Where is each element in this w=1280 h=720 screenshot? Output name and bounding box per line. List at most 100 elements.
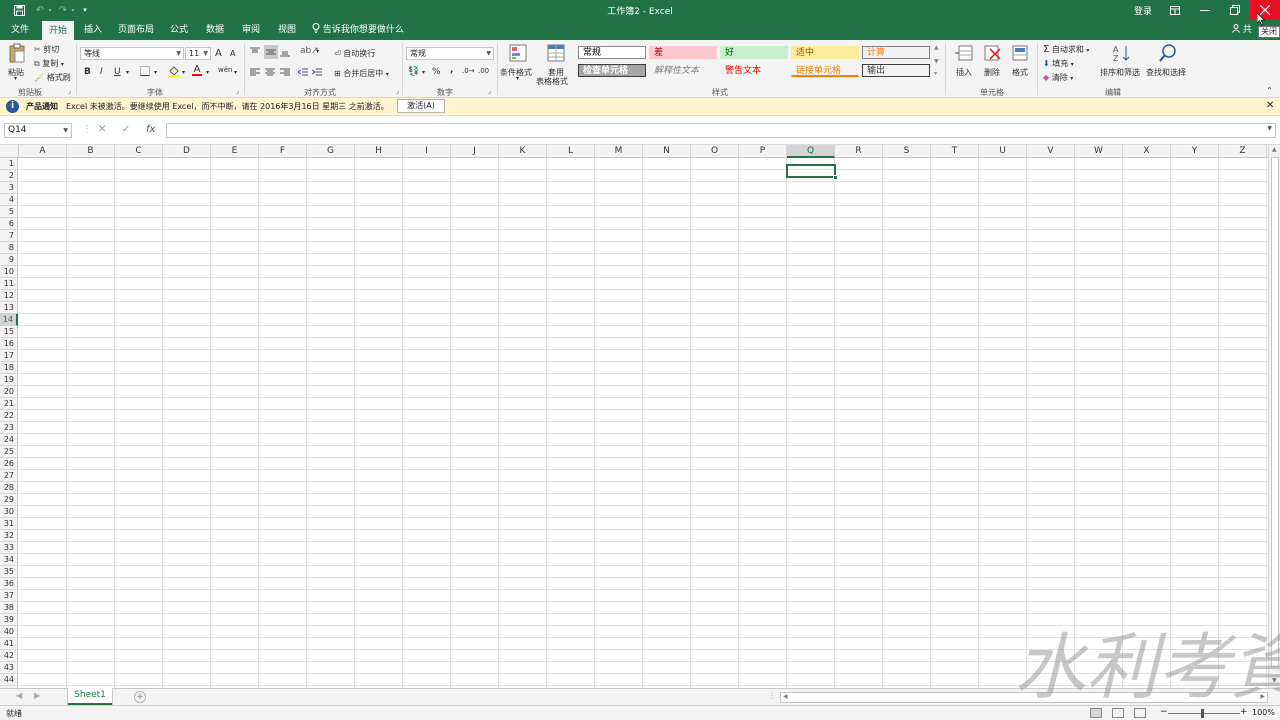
row-header-42[interactable]: 42 xyxy=(0,650,18,662)
font-launcher-icon[interactable]: ⌟ xyxy=(236,88,239,95)
row-header-21[interactable]: 21 xyxy=(0,398,18,410)
column-header-h[interactable]: H xyxy=(355,145,403,158)
align-center-icon[interactable] xyxy=(265,67,275,80)
decrease-font-icon[interactable]: A xyxy=(230,49,235,58)
font-color-dropdown-icon[interactable]: ▾ xyxy=(206,69,209,76)
cell-style-7[interactable]: 警告文本 xyxy=(720,64,788,77)
row-header-27[interactable]: 27 xyxy=(0,470,18,482)
wrap-text-button[interactable]: ⏎ 自动换行 xyxy=(334,48,375,59)
decrease-decimal-icon[interactable]: .00 xyxy=(478,67,489,75)
zoom-slider[interactable] xyxy=(1168,713,1240,714)
row-header-7[interactable]: 7 xyxy=(0,230,18,242)
copy-button[interactable]: ⧉ 复制 ▾ xyxy=(34,58,64,69)
column-header-t[interactable]: T xyxy=(931,145,979,158)
vertical-scroll-thumb[interactable] xyxy=(1271,157,1279,667)
phonetic-icon[interactable]: wén xyxy=(218,66,232,74)
tab-page-layout[interactable]: 页面布局 xyxy=(114,20,158,40)
conditional-formatting-button[interactable]: 条件格式 ▾ xyxy=(500,43,536,85)
column-header-p[interactable]: P xyxy=(739,145,787,158)
column-header-w[interactable]: W xyxy=(1075,145,1123,158)
row-header-18[interactable]: 18 xyxy=(0,362,18,374)
column-header-u[interactable]: U xyxy=(979,145,1027,158)
prev-sheet-icon[interactable]: ◀ xyxy=(16,691,22,700)
underline-dropdown-icon[interactable]: ▾ xyxy=(126,69,129,76)
fill-color-dropdown-icon[interactable]: ▾ xyxy=(182,69,185,76)
column-header-l[interactable]: L xyxy=(547,145,595,158)
row-header-3[interactable]: 3 xyxy=(0,182,18,194)
align-right-icon[interactable] xyxy=(280,67,290,80)
row-header-25[interactable]: 25 xyxy=(0,446,18,458)
row-header-23[interactable]: 23 xyxy=(0,422,18,434)
insert-function-icon[interactable]: fx xyxy=(146,124,155,135)
column-header-c[interactable]: C xyxy=(115,145,163,158)
row-header-29[interactable]: 29 xyxy=(0,494,18,506)
vertical-scrollbar[interactable]: ▲ ▼ xyxy=(1268,145,1280,688)
cut-button[interactable]: ✂ 剪切 xyxy=(34,44,59,55)
cell-style-3[interactable]: 适中 xyxy=(791,46,859,59)
align-top-icon[interactable] xyxy=(250,47,260,60)
row-header-41[interactable]: 41 xyxy=(0,638,18,650)
row-header-12[interactable]: 12 xyxy=(0,290,18,302)
bold-button[interactable]: B xyxy=(84,67,91,77)
row-header-24[interactable]: 24 xyxy=(0,434,18,446)
formula-input[interactable]: ▼ xyxy=(166,123,1276,138)
activate-button[interactable]: 激活(A) xyxy=(397,99,445,113)
worksheet-grid[interactable]: ABCDEFGHIJKLMNOPQRSTUVWXYZ 1 2 3 4 5 6 7 8 9 10 11… xyxy=(0,145,1268,688)
align-middle-icon[interactable] xyxy=(264,45,278,59)
gallery-scroll-down-icon[interactable]: ▼ xyxy=(934,58,939,65)
insert-cells-button[interactable]: 插入 xyxy=(951,43,977,85)
column-header-v[interactable]: V xyxy=(1027,145,1075,158)
confirm-entry-icon[interactable]: ✓ xyxy=(122,124,130,135)
row-header-11[interactable]: 11 xyxy=(0,278,18,290)
accounting-format-icon[interactable]: 💱 xyxy=(408,67,419,77)
orientation-dropdown-icon[interactable]: ▾ xyxy=(316,48,319,55)
row-header-32[interactable]: 32 xyxy=(0,530,18,542)
row-header-28[interactable]: 28 xyxy=(0,482,18,494)
align-bottom-icon[interactable] xyxy=(280,47,290,60)
row-header-30[interactable]: 30 xyxy=(0,506,18,518)
font-size-combo[interactable]: 11 ▼ xyxy=(185,47,211,60)
column-header-n[interactable]: N xyxy=(643,145,691,158)
row-header-39[interactable]: 39 xyxy=(0,614,18,626)
tab-formulas[interactable]: 公式 xyxy=(164,20,194,40)
comma-button[interactable]: , xyxy=(450,65,453,75)
tab-review[interactable]: 审阅 xyxy=(236,20,266,40)
share-button[interactable]: 共享 xyxy=(1232,22,1260,51)
row-header-35[interactable]: 35 xyxy=(0,566,18,578)
zoom-slider-thumb[interactable] xyxy=(1201,709,1204,718)
row-header-44[interactable]: 44 xyxy=(0,674,18,686)
row-header-5[interactable]: 5 xyxy=(0,206,18,218)
login-link[interactable]: 登录 xyxy=(1134,4,1152,17)
tab-file[interactable]: 文件 xyxy=(4,20,36,40)
row-header-14[interactable]: 14 xyxy=(0,314,18,326)
borders-icon[interactable] xyxy=(140,66,150,79)
increase-font-icon[interactable]: A xyxy=(215,48,222,59)
sheet-tab-sheet1[interactable]: Sheet1 xyxy=(68,688,112,705)
sort-filter-button[interactable]: AZ 排序和筛选 xyxy=(1100,43,1144,85)
active-cell-q14[interactable] xyxy=(786,164,838,180)
scroll-up-icon[interactable]: ▲ xyxy=(1272,146,1277,153)
fill-handle[interactable] xyxy=(833,175,838,180)
tab-view[interactable]: 视图 xyxy=(272,20,302,40)
cell-style-2[interactable]: 好 xyxy=(720,46,788,59)
format-painter-button[interactable]: 🖌 格式刷 xyxy=(34,72,71,83)
find-select-button[interactable]: 查找和选择 xyxy=(1146,43,1190,85)
row-header-31[interactable]: 31 xyxy=(0,518,18,530)
tab-data[interactable]: 数据 xyxy=(200,20,230,40)
row-header-33[interactable]: 33 xyxy=(0,542,18,554)
row-header-26[interactable]: 26 xyxy=(0,458,18,470)
row-header-4[interactable]: 4 xyxy=(0,194,18,206)
column-header-q[interactable]: Q xyxy=(787,145,835,158)
cell-style-8[interactable]: 链接单元格 xyxy=(791,64,859,77)
column-header-m[interactable]: M xyxy=(595,145,643,158)
row-header-6[interactable]: 6 xyxy=(0,218,18,230)
row-header-16[interactable]: 16 xyxy=(0,338,18,350)
cell-style-1[interactable]: 差 xyxy=(649,46,717,59)
column-header-b[interactable]: B xyxy=(67,145,115,158)
italic-button[interactable]: I xyxy=(100,67,103,77)
row-header-38[interactable]: 38 xyxy=(0,602,18,614)
paste-button[interactable]: 粘贴 ▾ xyxy=(6,43,28,83)
alignment-launcher-icon[interactable]: ⌟ xyxy=(396,88,399,95)
format-as-table-button[interactable]: 套用 表格格式 xyxy=(536,43,576,86)
column-header-k[interactable]: K xyxy=(499,145,547,158)
